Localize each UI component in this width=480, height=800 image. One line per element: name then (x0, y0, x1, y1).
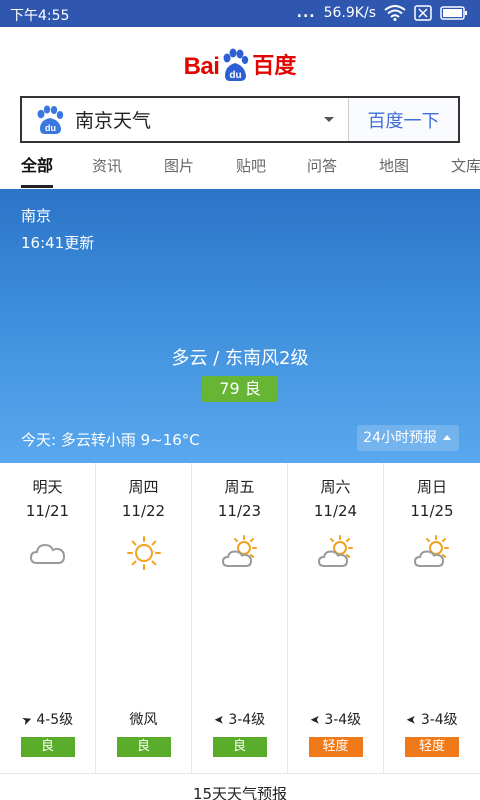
search-button[interactable]: 百度一下 (348, 98, 458, 141)
city-name: 南京 (21, 207, 52, 225)
paw-logo-icon: du (220, 48, 250, 82)
status-bar: 下午4:55 ... 56.9K/s (0, 0, 480, 27)
forecast-day[interactable]: 周日 11/25 ➤ 3-4级 轻度 (384, 463, 480, 773)
paw-icon: du (35, 105, 65, 135)
day-name: 周五 (224, 478, 255, 496)
cloudy-icon (28, 533, 68, 573)
wind-info: ➤ 4-5级 (0, 709, 95, 729)
wifi-icon (384, 5, 406, 21)
svg-text:du: du (45, 123, 56, 133)
network-speed: 56.9K/s (323, 5, 376, 21)
day-name: 周日 (416, 478, 447, 496)
day-name: 明天 (32, 478, 63, 496)
search-tabs: 全部 资讯 图片 贴吧 问答 地图 文库 (0, 150, 480, 190)
forecast-day[interactable]: 周四 11/22 微风 良 (96, 463, 192, 773)
hourly-forecast-button[interactable]: 24小时预报 (357, 425, 459, 451)
status-time: 下午4:55 (10, 8, 70, 24)
tab-map[interactable]: 地图 (379, 150, 409, 190)
wind-level: 3-4级 (228, 712, 266, 728)
tab-all[interactable]: 全部 (21, 150, 54, 190)
sim-x-icon (414, 5, 432, 21)
day-date: 11/24 (313, 502, 358, 520)
search-input[interactable]: 南京天气 (75, 106, 324, 133)
current-condition: 多云 / 东南风2级 (171, 348, 309, 369)
battery-icon (440, 5, 468, 21)
day-aqi-badge: 良 (116, 737, 171, 757)
day-aqi-badge: 良 (212, 737, 267, 757)
partly-cloudy-icon (412, 533, 452, 573)
weather-card[interactable]: 南京 16:41更新 多云 / 东南风2级 79 良 今天: 多云转小雨 9~1… (0, 189, 480, 463)
tab-news[interactable]: 资讯 (92, 150, 122, 190)
logo-chinese: 百度 (252, 54, 297, 79)
day-date: 11/23 (217, 502, 262, 520)
wind-info: 微风 (96, 709, 191, 729)
wind-arrow-icon: ➤ (406, 713, 417, 727)
day-date: 11/25 (410, 502, 454, 520)
partly-cloudy-icon (316, 533, 356, 573)
logo-bai: Bai (183, 53, 220, 80)
day-aqi-badge: 轻度 (308, 737, 363, 757)
update-time: 16:41更新 (21, 234, 95, 252)
wind-arrow-icon: ➤ (19, 711, 34, 729)
wind-arrow-icon: ➤ (309, 713, 320, 727)
wind-level: 3-4级 (420, 712, 458, 728)
wind-info: ➤ 3-4级 (384, 709, 480, 729)
search-box: du 南京天气 百度一下 (20, 96, 460, 143)
tab-wenku[interactable]: 文库 (451, 150, 480, 190)
wind-info: ➤ 3-4级 (288, 709, 383, 729)
logo-du: du (230, 70, 242, 81)
forecast-day[interactable]: 周六 11/24 ➤ 3-4级 轻度 (288, 463, 384, 773)
status-icons: ... 56.9K/s (297, 5, 468, 21)
day-date: 11/22 (121, 502, 166, 520)
hourly-forecast-label: 24小时预报 (363, 430, 437, 446)
today-summary: 今天: 多云转小雨 9~16°C (21, 431, 200, 449)
fifteen-day-forecast-link[interactable]: 15天天气预报 (0, 773, 480, 800)
tab-tieba[interactable]: 贴吧 (236, 150, 266, 190)
dropdown-caret-icon[interactable] (324, 117, 334, 122)
forecast-day[interactable]: 周五 11/23 ➤ 3-4级 良 (192, 463, 288, 773)
baidu-logo[interactable]: Bai du 百度 (0, 40, 480, 82)
tab-qa[interactable]: 问答 (307, 150, 337, 190)
wind-info: ➤ 3-4级 (192, 709, 287, 729)
partly-cloudy-icon (220, 533, 260, 573)
wind-arrow-icon: ➤ (213, 713, 224, 727)
more-dots: ... (296, 5, 316, 21)
day-aqi-badge: 良 (20, 737, 75, 757)
day-name: 周六 (320, 478, 351, 496)
wind-level: 4-5级 (36, 712, 74, 728)
wind-level: 微风 (129, 712, 158, 728)
chevron-up-icon (443, 435, 451, 440)
forecast-list: 明天 11/21 ➤ 4-5级 良 周四 11/22 微风 良 周五 11/23… (0, 463, 480, 773)
day-name: 周四 (128, 478, 159, 496)
day-aqi-badge: 轻度 (405, 737, 459, 757)
tab-images[interactable]: 图片 (164, 150, 194, 190)
forecast-day[interactable]: 明天 11/21 ➤ 4-5级 良 (0, 463, 96, 773)
sunny-icon (124, 533, 164, 573)
wind-level: 3-4级 (324, 712, 362, 728)
day-date: 11/21 (25, 502, 70, 520)
aqi-badge: 79 良 (202, 376, 278, 402)
